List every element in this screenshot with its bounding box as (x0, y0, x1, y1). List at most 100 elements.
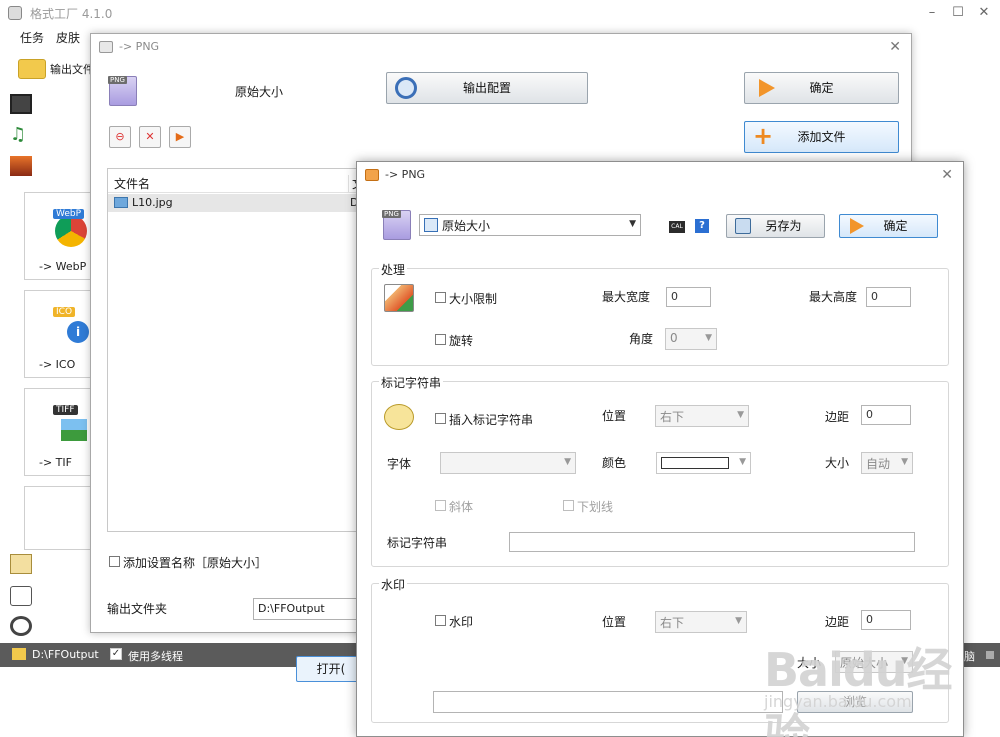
processing-group-label: 处理 (379, 261, 408, 278)
underline-checkbox[interactable] (563, 500, 574, 511)
watermark-position-select[interactable]: 右下 ▼ (655, 611, 747, 633)
output-folder-field[interactable]: D:\FFOutput (253, 598, 369, 620)
format-card-label: -> WebP (39, 260, 87, 273)
save-as-label: 另存为 (765, 219, 802, 233)
chevron-down-icon: ▼ (735, 616, 742, 626)
angle-select[interactable]: 0 ▼ (665, 328, 717, 350)
format-card-ico[interactable]: i ICO -> ICO (24, 290, 96, 378)
output-config-button[interactable]: 输出配置 (386, 72, 588, 104)
maximize-button[interactable]: ☐ (946, 4, 970, 22)
webp-tag: WebP (53, 209, 85, 219)
format-card-label: -> ICO (39, 358, 76, 371)
watermark-logo-text: Baidu经验 (764, 643, 953, 737)
rotate-checkbox[interactable] (435, 334, 446, 345)
size-label: 原始大小 (235, 85, 284, 99)
menu-skin[interactable]: 皮肤 (56, 29, 80, 46)
calculator-icon[interactable]: CAL (669, 221, 685, 233)
image-icon[interactable] (10, 156, 32, 176)
watermark-margin-input[interactable]: 0 (861, 610, 911, 630)
output-folder-label: 输出文件夹 (107, 602, 168, 616)
output-folder-button[interactable]: 输出文件 (18, 56, 98, 82)
menu-task[interactable]: 任务 (20, 29, 44, 46)
mark-margin-input[interactable]: 0 (861, 405, 911, 425)
ok-button[interactable]: 确定 (744, 72, 899, 104)
multithread-checkbox[interactable]: ✓ (110, 648, 122, 660)
output-folder-label: 输出文件 (50, 63, 94, 76)
mark-string-input[interactable] (509, 532, 915, 552)
film-reel-icon[interactable] (10, 616, 32, 636)
app-title: 格式工厂 4.1.0 (30, 7, 113, 21)
chevron-down-icon: ▼ (737, 410, 744, 420)
close-icon[interactable]: ✕ (941, 167, 953, 183)
size-limit-checkbox[interactable] (435, 292, 446, 303)
preset-select[interactable]: 原始大小 ▼ (419, 214, 641, 236)
chrome-icon (55, 215, 87, 247)
status-right-text: 脑 (964, 650, 975, 663)
file-list[interactable]: 文件名 文 L10.jpg D (107, 168, 369, 532)
format-card-tif[interactable]: TIFF -> TIF (24, 388, 96, 476)
format-card-label: -> TIF (39, 456, 72, 469)
document-icon[interactable] (10, 554, 32, 574)
max-height-label: 最大高度 (809, 290, 858, 304)
watermark-checkbox[interactable] (435, 615, 446, 626)
mark-margin-label: 边距 (825, 410, 850, 424)
color-select[interactable]: ▼ (656, 452, 751, 474)
plus-icon: + (753, 122, 774, 150)
add-setting-name-label: 添加设置名称［原始大小］ (123, 556, 268, 570)
watermark-url-text: jingyan.baidu.com (764, 692, 912, 711)
mark-size-label: 大小 (825, 456, 850, 470)
insert-mark-checkbox[interactable] (435, 413, 446, 424)
close-button[interactable]: ✕ (972, 4, 996, 22)
format-card-webp[interactable]: WebP -> WebP (24, 192, 96, 280)
ok-label: 确定 (809, 81, 834, 95)
help-icon[interactable]: ? (695, 219, 709, 233)
watermark-enable-label: 水印 (449, 615, 474, 629)
column-filename[interactable]: 文件名 (114, 175, 150, 192)
add-file-label: 添加文件 (797, 130, 846, 144)
status-output-path: D:\FFOutput (32, 648, 99, 661)
play-icon[interactable]: ▶ (169, 126, 191, 148)
png-icon: PNG (108, 76, 137, 106)
preset-value: 原始大小 (442, 219, 491, 233)
tiff-tag: TIFF (53, 405, 78, 415)
mark-size-select[interactable]: 自动 ▼ (861, 452, 913, 474)
file-row[interactable]: L10.jpg D (108, 194, 368, 212)
minimize-button[interactable]: – (920, 4, 944, 22)
watermark-position-value: 右下 (660, 616, 685, 630)
max-width-input[interactable]: 0 (666, 287, 711, 307)
gear-icon (395, 77, 417, 99)
dialog-title-bar: -> PNG ✕ (357, 162, 963, 190)
ok-button[interactable]: 确定 (839, 214, 938, 238)
main-title-bar: 格式工厂 4.1.0 – ☐ ✕ (0, 0, 1000, 26)
add-setting-name-checkbox[interactable] (109, 556, 120, 567)
info-icon: i (67, 321, 89, 343)
ok-label: 确定 (883, 219, 908, 233)
color-swatch (661, 457, 729, 469)
mark-string-group-label: 标记字符串 (379, 374, 444, 391)
angle-value: 0 (670, 331, 678, 345)
italic-checkbox[interactable] (435, 500, 446, 511)
max-height-input[interactable]: 0 (866, 287, 911, 307)
watermark-file-input[interactable] (433, 691, 783, 713)
remove-icon[interactable]: ⊖ (109, 126, 131, 148)
close-icon[interactable]: ✕ (889, 39, 901, 55)
dialog-title: -> PNG (119, 40, 160, 53)
save-as-button[interactable]: 另存为 (726, 214, 825, 238)
font-select[interactable]: ▼ (440, 452, 576, 474)
size-limit-label: 大小限制 (449, 292, 498, 306)
mark-position-select[interactable]: 右下 ▼ (655, 405, 749, 427)
chevron-down-icon: ▼ (564, 457, 571, 467)
audio-icon[interactable]: ♫ (10, 126, 32, 146)
format-card-partial[interactable] (24, 486, 96, 550)
ico-tag: ICO (53, 307, 76, 317)
save-icon (735, 218, 751, 234)
mark-size-value: 自动 (866, 457, 891, 471)
video-icon[interactable] (10, 94, 32, 114)
drive-icon[interactable] (10, 586, 32, 606)
speech-bubble-icon (384, 404, 414, 430)
clear-icon[interactable]: ✕ (139, 126, 161, 148)
dialog-icon (99, 41, 113, 53)
chevron-down-icon: ▼ (901, 457, 908, 467)
image-edit-icon (384, 284, 414, 312)
add-file-button[interactable]: + 添加文件 (744, 121, 899, 153)
